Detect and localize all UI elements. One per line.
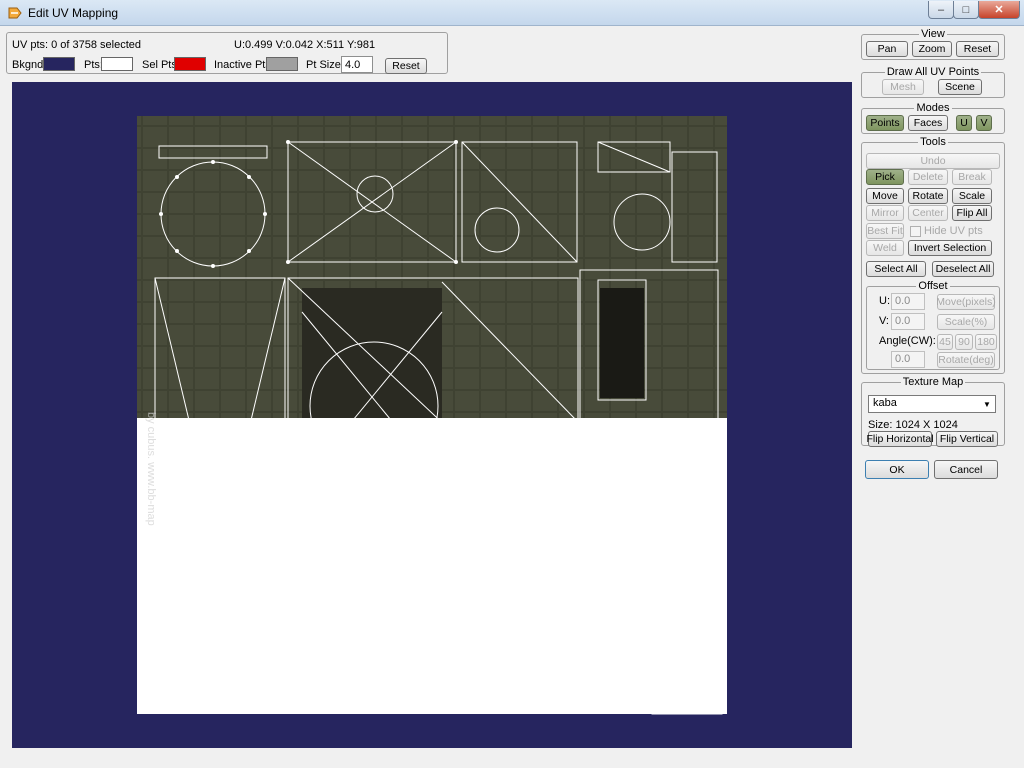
uv-canvas[interactable]: by cubus. www.bb-map: [12, 82, 852, 748]
zoom-button[interactable]: Zoom: [912, 41, 952, 57]
flip-all-button[interactable]: Flip All: [952, 205, 992, 221]
pan-button[interactable]: Pan: [866, 41, 908, 57]
uv-viewport[interactable]: by cubus. www.bb-map: [12, 82, 852, 748]
rotate-button[interactable]: Rotate: [908, 188, 948, 204]
pt-size-label: Pt Size:: [306, 59, 344, 71]
pts-color-swatch[interactable]: [101, 57, 133, 71]
inactive-pts-label: Inactive Pts:: [214, 59, 274, 71]
deselect-all-button[interactable]: Deselect All: [932, 261, 994, 277]
move-pixels-button[interactable]: Move(pixels): [936, 294, 996, 310]
faces-mode-button[interactable]: Faces: [908, 115, 948, 131]
scene-button[interactable]: Scene: [938, 79, 982, 95]
view-group: View Pan Zoom Reset: [861, 28, 1005, 60]
weld-button[interactable]: Weld: [866, 240, 904, 256]
offset-u-label: U:: [879, 295, 890, 307]
hide-uv-pts-label: Hide UV pts: [924, 225, 983, 237]
offset-u-input[interactable]: 0.0: [891, 293, 925, 310]
uv-points-count: UV pts: 0 of 3758 selected: [12, 39, 142, 51]
move-button[interactable]: Move: [866, 188, 904, 204]
angle-90-button[interactable]: 90: [955, 334, 973, 350]
offset-v-input[interactable]: 0.0: [891, 313, 925, 330]
angle-label: Angle(CW):: [879, 335, 936, 347]
chevron-down-icon: ▼: [983, 399, 991, 409]
angle-input[interactable]: 0.0: [891, 351, 925, 368]
mesh-button[interactable]: Mesh: [882, 79, 924, 95]
maximize-icon: □: [962, 3, 970, 16]
reset-colors-button[interactable]: Reset: [385, 58, 427, 74]
texture-watermark: by cubus. www.bb-map: [145, 412, 157, 526]
view-reset-button[interactable]: Reset: [956, 41, 999, 57]
points-mode-button[interactable]: Points: [866, 115, 904, 131]
draw-all-label: Draw All UV Points: [884, 66, 982, 78]
bkgnd-color-swatch[interactable]: [43, 57, 75, 71]
best-fit-button[interactable]: Best Fit: [866, 223, 904, 239]
mirror-button[interactable]: Mirror: [866, 205, 904, 221]
tools-label: Tools: [918, 136, 948, 148]
window-title: Edit UV Mapping: [28, 6, 119, 20]
sel-pts-color-swatch[interactable]: [174, 57, 206, 71]
cursor-coordinates: U:0.499 V:0.042 X:511 Y:981: [234, 39, 376, 51]
break-button[interactable]: Break: [952, 169, 992, 185]
delete-button[interactable]: Delete: [908, 169, 948, 185]
info-panel: UV pts: 0 of 3758 selected U:0.499 V:0.0…: [6, 32, 448, 74]
modes-label: Modes: [914, 102, 952, 114]
select-all-button[interactable]: Select All: [866, 261, 926, 277]
texture-map-group: Texture Map kaba ▼ Size: 1024 X 1024 Fli…: [861, 376, 1005, 447]
pick-button[interactable]: Pick: [866, 169, 904, 185]
tools-group: Tools Undo Pick Delete Break Move Rotate…: [861, 136, 1005, 374]
scale-button[interactable]: Scale: [952, 188, 992, 204]
ok-button[interactable]: OK: [865, 460, 929, 479]
center-button[interactable]: Center: [908, 205, 948, 221]
bkgnd-label: Bkgnd:: [12, 59, 47, 71]
angle-180-button[interactable]: 180: [975, 334, 997, 350]
invert-selection-button[interactable]: Invert Selection: [908, 240, 992, 256]
angle-45-button[interactable]: 45: [937, 334, 953, 350]
texture-image: [137, 116, 727, 714]
modes-group: Modes Points Faces U V: [861, 102, 1005, 134]
texture-selected-value: kaba: [873, 397, 897, 409]
title-bar: Edit UV Mapping – □ ✕: [0, 0, 1024, 26]
texture-select[interactable]: kaba ▼: [868, 395, 996, 413]
texture-size: Size: 1024 X 1024: [868, 419, 958, 431]
view-group-label: View: [919, 28, 947, 40]
pt-size-input[interactable]: [341, 56, 373, 73]
minimize-button[interactable]: –: [928, 1, 954, 19]
scale-percent-button[interactable]: Scale(%): [937, 314, 995, 330]
offset-label: Offset: [916, 280, 950, 292]
close-icon: ✕: [994, 4, 1004, 16]
minimize-icon: –: [937, 3, 945, 16]
undo-button[interactable]: Undo: [866, 153, 1000, 169]
offset-v-label: V:: [879, 315, 889, 327]
draw-all-group: Draw All UV Points Mesh Scene: [861, 66, 1005, 98]
flip-vertical-button[interactable]: Flip Vertical: [936, 431, 998, 447]
u-mode-button[interactable]: U: [956, 115, 972, 131]
inactive-pts-color-swatch[interactable]: [266, 57, 298, 71]
flip-horizontal-button[interactable]: Flip Horizontal: [866, 431, 934, 447]
cancel-button[interactable]: Cancel: [934, 460, 998, 479]
offset-group: Offset U: 0.0 Move(pixels) V: 0.0 Scale(…: [866, 280, 1000, 370]
close-button[interactable]: ✕: [978, 1, 1020, 19]
texture-map-label: Texture Map: [900, 376, 966, 388]
dialog-client: UV pts: 0 of 3758 selected U:0.499 V:0.0…: [0, 26, 1024, 768]
app-icon: [8, 7, 22, 19]
rotate-degrees-button[interactable]: Rotate(deg): [937, 352, 995, 368]
v-mode-button[interactable]: V: [976, 115, 992, 131]
maximize-button[interactable]: □: [953, 1, 979, 19]
hide-uv-pts-checkbox[interactable]: [910, 226, 921, 237]
